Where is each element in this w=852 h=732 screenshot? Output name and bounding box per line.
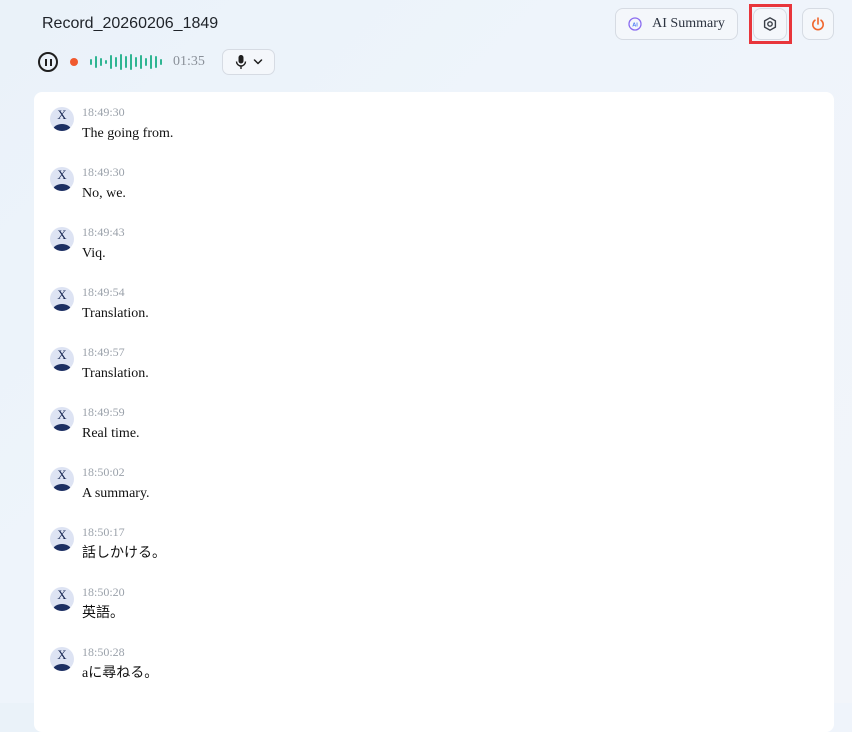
recording-indicator (70, 58, 78, 66)
pause-icon (49, 58, 52, 66)
ai-summary-button[interactable]: AI AI Summary (615, 8, 738, 40)
message-text: Translation. (82, 366, 149, 381)
user-avatar-icon: X (50, 107, 74, 131)
transcript-item: X 18:50:20 英語。 (50, 585, 810, 629)
message-timestamp: 18:49:43 (82, 225, 125, 239)
transcript-item: X 18:50:28 aに尋ねる。 (50, 645, 810, 689)
ai-icon-text: AI (632, 22, 638, 28)
transcript-item: X 18:49:30 No, we. (50, 165, 810, 209)
message-text: 英語。 (82, 606, 124, 621)
message-text: Translation. (82, 306, 149, 321)
user-avatar-icon: X (50, 647, 74, 671)
pause-button[interactable] (38, 52, 58, 72)
avatar-letter: X (57, 167, 67, 182)
settings-button[interactable] (753, 8, 787, 40)
message-timestamp: 18:49:59 (82, 405, 125, 419)
avatar-letter: X (57, 287, 67, 302)
message-text: aに尋ねる。 (82, 666, 159, 681)
transcript-item: X 18:49:30 The going from. (50, 105, 810, 149)
message-text: The going from. (82, 126, 174, 141)
avatar-letter: X (57, 467, 67, 482)
message-timestamp: 18:50:17 (82, 525, 125, 539)
chevron-down-icon (253, 59, 262, 65)
transcript-item: X 18:49:54 Translation. (50, 285, 810, 329)
transcript-item: X 18:49:43 Viq. (50, 225, 810, 269)
recording-duration: 01:35 (173, 54, 205, 69)
avatar-letter: X (57, 527, 67, 542)
user-avatar-icon: X (50, 287, 74, 311)
transcript-panel[interactable]: X 18:49:30 The going from. X 18:49:30 No… (34, 92, 834, 732)
transcript-item: X 18:50:02 A summary. (50, 465, 810, 509)
user-avatar-icon: X (50, 587, 74, 611)
message-timestamp: 18:49:30 (82, 105, 125, 119)
transcript-item: X 18:49:59 Real time. (50, 405, 810, 449)
message-timestamp: 18:50:02 (82, 465, 125, 479)
recording-title: Record_20260206_1849 (42, 15, 219, 32)
message-timestamp: 18:49:54 (82, 285, 125, 299)
audio-waveform (90, 53, 165, 71)
message-text: Viq. (82, 246, 106, 261)
microphone-select-button[interactable] (222, 49, 275, 75)
pause-icon (44, 58, 47, 66)
message-timestamp: 18:50:20 (82, 585, 125, 599)
ai-sparkle-icon: AI (628, 17, 642, 31)
message-text: No, we. (82, 186, 126, 201)
avatar-letter: X (57, 647, 67, 662)
avatar-letter: X (57, 587, 67, 602)
gear-icon (763, 17, 777, 31)
avatar-letter: X (57, 407, 67, 422)
ai-summary-label: AI Summary (652, 16, 725, 31)
message-text: Real time. (82, 426, 140, 441)
power-icon (812, 17, 824, 31)
user-avatar-icon: X (50, 167, 74, 191)
transcript-item: X 18:50:17 話しかける。 (50, 525, 810, 569)
message-text: A summary. (82, 486, 150, 501)
message-timestamp: 18:49:57 (82, 345, 125, 359)
avatar-letter: X (57, 107, 67, 122)
message-timestamp: 18:50:28 (82, 645, 125, 659)
avatar-letter: X (57, 227, 67, 242)
user-avatar-icon: X (50, 407, 74, 431)
user-avatar-icon: X (50, 467, 74, 491)
microphone-icon (235, 55, 246, 69)
message-timestamp: 18:49:30 (82, 165, 125, 179)
user-avatar-icon: X (50, 347, 74, 371)
user-avatar-icon: X (50, 227, 74, 251)
power-button[interactable] (802, 8, 834, 40)
avatar-letter: X (57, 347, 67, 362)
user-avatar-icon: X (50, 527, 74, 551)
message-text: 話しかける。 (82, 546, 166, 561)
transcript-item: X 18:49:57 Translation. (50, 345, 810, 389)
